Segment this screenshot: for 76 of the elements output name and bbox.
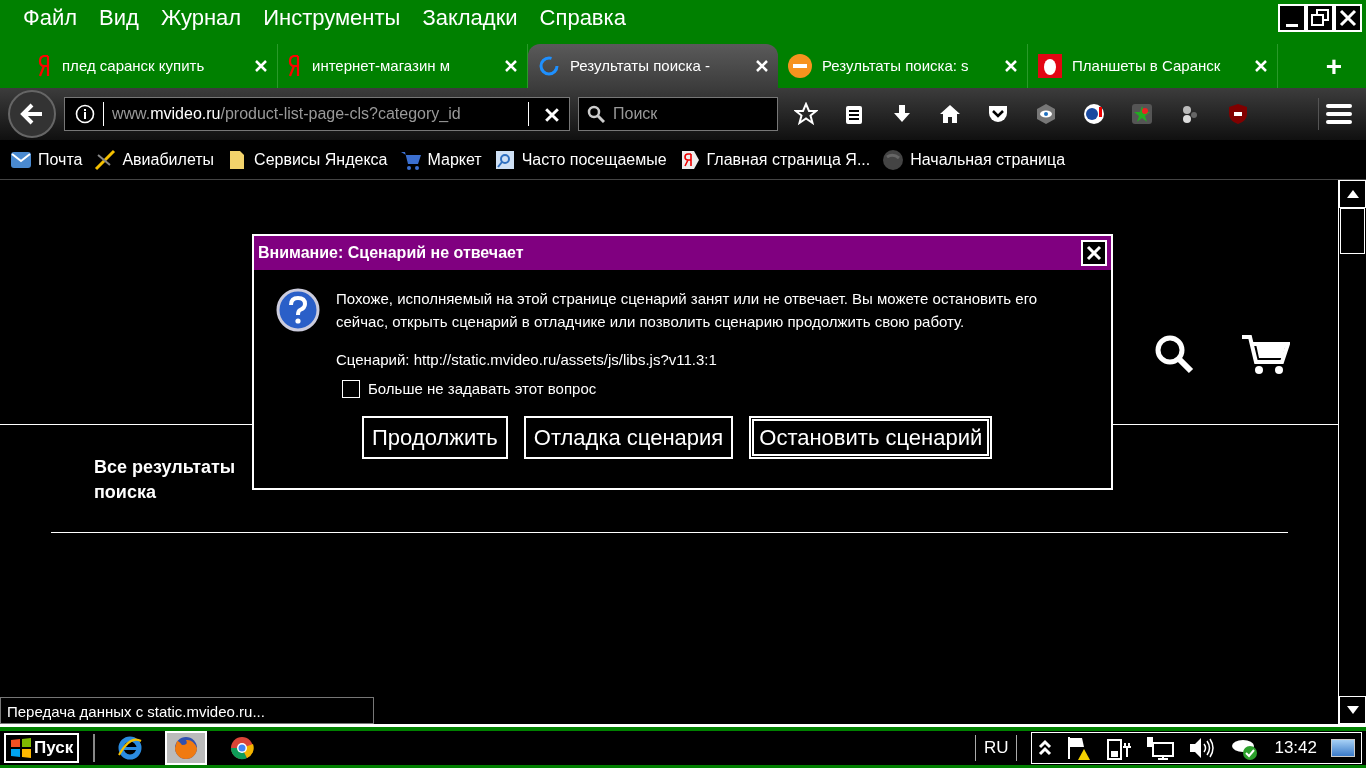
close-button[interactable] xyxy=(1081,240,1107,266)
restore-button[interactable] xyxy=(1306,4,1334,32)
scroll-up-button[interactable] xyxy=(1339,180,1366,208)
script-path: Сценарий: http://static.mvideo.ru/assets/js/libs.js?v11.3:1 xyxy=(336,350,718,370)
home-icon[interactable] xyxy=(938,102,962,126)
close-icon xyxy=(1086,245,1102,261)
info-icon[interactable] xyxy=(75,104,95,124)
status-text: Передача данных с static.mvideo.ru... xyxy=(0,697,374,724)
loading-icon xyxy=(538,55,560,77)
plane-icon xyxy=(94,148,117,171)
bookmark[interactable]: Почта xyxy=(10,147,83,172)
tab[interactable]: Результаты поиска - xyxy=(528,44,778,88)
flag-warning-icon[interactable] xyxy=(1066,735,1093,761)
windows-logo-icon xyxy=(10,737,32,759)
arrow-up-icon xyxy=(1346,190,1359,198)
back-button[interactable] xyxy=(8,90,56,138)
chrome-icon xyxy=(229,735,256,761)
close-icon[interactable] xyxy=(756,60,768,72)
menu-item[interactable]: Файл xyxy=(12,0,89,36)
close-button[interactable] xyxy=(1334,4,1362,32)
bookmark[interactable]: Сервисы Яндекса xyxy=(226,147,388,172)
new-tab-button[interactable]: + xyxy=(1325,46,1342,88)
search-icon[interactable] xyxy=(1154,334,1194,374)
dialog-button[interactable]: Отладка сценария xyxy=(523,416,734,459)
cart-icon[interactable] xyxy=(1242,334,1290,376)
round-logo-icon xyxy=(788,54,812,78)
search-icon xyxy=(587,105,605,123)
s-logo-icon[interactable] xyxy=(1082,102,1106,126)
menu-item[interactable]: Закладки xyxy=(411,0,529,36)
dialog-message: Похоже, исполняемый на этой странице сценарий занят или не отвечает. Вы можете остановить его сейчас, открыть сценарий в отладчике или позволить сценарию продолжить свою работу. xyxy=(336,289,1039,332)
link[interactable]: Все результаты поиска xyxy=(94,455,254,506)
restore-icon xyxy=(1311,9,1329,27)
language-indicator[interactable]: RU xyxy=(974,735,1018,761)
egg-icon xyxy=(1038,54,1062,78)
minimize-icon xyxy=(1286,23,1298,27)
dialog-button[interactable]: Остановить сценарий xyxy=(749,416,993,459)
globe-icon xyxy=(882,148,905,171)
checkbox[interactable] xyxy=(342,379,360,398)
question-icon xyxy=(276,288,320,332)
fox-icon xyxy=(173,735,200,761)
chevron-up-icon[interactable] xyxy=(1038,738,1053,758)
star-icon[interactable] xyxy=(794,102,818,126)
menu-item[interactable]: Справка xyxy=(528,0,637,36)
close-icon xyxy=(1339,9,1357,27)
close-icon[interactable] xyxy=(545,107,559,122)
letter-icon xyxy=(288,55,302,77)
network-icon[interactable] xyxy=(1146,735,1175,761)
address-field[interactable]: www.mvideo.ru/product-list-page-cls?category_id xyxy=(64,97,570,131)
arrow-down-icon xyxy=(1346,706,1359,714)
star-burst-icon[interactable] xyxy=(1130,102,1154,126)
minimize-button[interactable] xyxy=(1278,4,1306,32)
menu-item[interactable]: Журнал xyxy=(149,0,253,36)
bookmark[interactable]: Часто посещаемые xyxy=(493,147,667,172)
checkbox-label[interactable]: Больше не задавать этот вопрос xyxy=(368,377,597,400)
taskbar-app[interactable] xyxy=(165,731,208,765)
menu-icon[interactable] xyxy=(1325,103,1352,125)
clock[interactable]: 13:42 xyxy=(1274,735,1317,761)
start-button[interactable]: Пуск xyxy=(4,733,80,763)
bookmark[interactable]: Маркет xyxy=(399,147,482,172)
dialog-title: Внимание: Сценарий не отвечает xyxy=(258,243,524,263)
dialog-button[interactable]: Продолжить xyxy=(362,416,508,459)
scroll-down-button[interactable] xyxy=(1339,696,1366,724)
search-field[interactable]: Поиск xyxy=(578,97,778,131)
bookmark[interactable]: Авиабилеты xyxy=(94,147,215,172)
bookmark[interactable]: Начальная страница xyxy=(882,147,1066,172)
browser-e-icon xyxy=(117,735,144,761)
letter-icon xyxy=(38,55,52,77)
show-desktop-button[interactable] xyxy=(1331,739,1355,757)
arrow-left-icon xyxy=(20,102,44,126)
magnifier-icon xyxy=(493,148,516,171)
scrollbar-thumb[interactable] xyxy=(1340,208,1365,254)
bookmark[interactable]: Главная страница Я... xyxy=(678,147,871,172)
menu-item[interactable]: Инструменты xyxy=(252,0,412,36)
menu-item[interactable]: Вид xyxy=(88,0,150,36)
eye-icon[interactable] xyxy=(1034,102,1058,126)
shield-icon[interactable] xyxy=(1226,102,1250,126)
